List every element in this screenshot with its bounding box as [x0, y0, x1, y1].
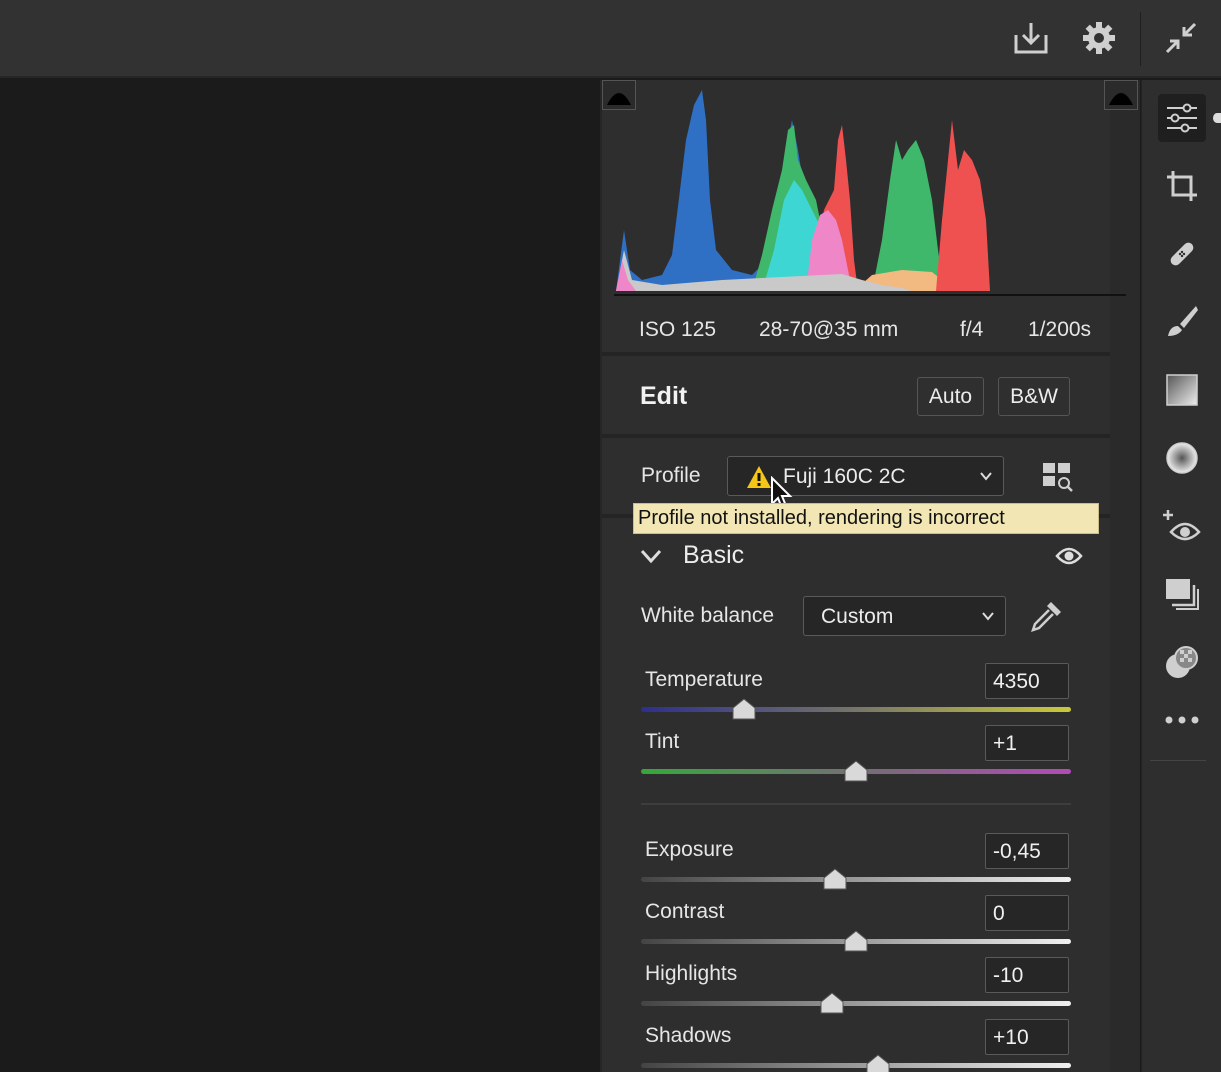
- crop-icon[interactable]: [1158, 162, 1206, 210]
- bw-button[interactable]: B&W: [998, 377, 1070, 416]
- highlight-clipping-toggle[interactable]: [1104, 80, 1138, 110]
- chevron-down-icon: [980, 472, 992, 481]
- temperature-track[interactable]: [641, 707, 1071, 712]
- histogram: [614, 90, 1126, 296]
- exif-lens: 28-70@35 mm: [759, 318, 899, 341]
- settings-gear-icon[interactable]: [1077, 16, 1121, 60]
- visibility-eye-icon[interactable]: [1055, 545, 1083, 567]
- toolbar-divider: [1140, 12, 1141, 66]
- slider-group-divider: [641, 803, 1071, 805]
- chevron-down-icon: [982, 612, 994, 621]
- snapshots-icon[interactable]: [1158, 570, 1206, 618]
- highlights-track[interactable]: [641, 1001, 1071, 1006]
- image-canvas[interactable]: [0, 80, 600, 1072]
- contrast-slider-thumb[interactable]: [843, 930, 869, 952]
- tint-slider-thumb[interactable]: [843, 760, 869, 782]
- red-eye-icon[interactable]: [1158, 502, 1206, 550]
- chevron-down-icon[interactable]: [640, 547, 662, 565]
- profile-warning-tooltip: Profile not installed, rendering is inco…: [633, 503, 1099, 534]
- save-download-icon[interactable]: [1009, 16, 1053, 60]
- temperature-slider-thumb[interactable]: [731, 698, 757, 720]
- tint-value-field[interactable]: +1: [985, 725, 1069, 761]
- exposure-track[interactable]: [641, 877, 1071, 882]
- white-balance-dropdown[interactable]: Custom: [803, 596, 1006, 636]
- temperature-value-field[interactable]: 4350: [985, 663, 1069, 699]
- profile-label: Profile: [641, 464, 701, 487]
- exif-aperture: f/4: [960, 318, 984, 341]
- shadows-track[interactable]: [641, 1063, 1071, 1068]
- tool-strip-divider: [1150, 760, 1206, 761]
- more-icon[interactable]: [1158, 696, 1206, 744]
- highlights-value-field[interactable]: -10: [985, 957, 1069, 993]
- exif-iso: ISO 125: [639, 318, 717, 341]
- highlights-slider-thumb[interactable]: [819, 992, 845, 1014]
- exposure-slider-thumb[interactable]: [822, 868, 848, 890]
- section-divider: [602, 434, 1110, 438]
- white-balance-label: White balance: [641, 604, 775, 627]
- tint-label: Tint: [645, 730, 680, 753]
- presets-icon[interactable]: [1158, 638, 1206, 686]
- basic-section-title[interactable]: Basic: [683, 541, 744, 570]
- linear-gradient-icon[interactable]: [1158, 366, 1206, 414]
- section-divider: [602, 352, 1110, 356]
- collapse-icon[interactable]: [1159, 16, 1203, 60]
- exif-info: ISO 125 28-70@35 mm f/4 1/200s: [602, 306, 1138, 354]
- exposure-label: Exposure: [645, 838, 734, 861]
- profile-browser-icon[interactable]: [1041, 461, 1075, 493]
- shadow-clipping-toggle[interactable]: [602, 80, 636, 110]
- contrast-value-field[interactable]: 0: [985, 895, 1069, 931]
- temperature-label: Temperature: [645, 668, 763, 691]
- white-balance-value: Custom: [821, 605, 894, 628]
- contrast-label: Contrast: [645, 900, 725, 923]
- exif-shutter: 1/200s: [1028, 318, 1092, 341]
- healing-bandage-icon[interactable]: [1158, 230, 1206, 278]
- active-tool-indicator: [1213, 113, 1221, 123]
- shadows-value-field[interactable]: +10: [985, 1019, 1069, 1055]
- shadows-label: Shadows: [645, 1024, 732, 1047]
- highlights-label: Highlights: [645, 962, 738, 985]
- edit-sliders-icon[interactable]: [1158, 94, 1206, 142]
- edit-title: Edit: [640, 382, 688, 410]
- warning-icon: [747, 466, 771, 488]
- shadows-slider-thumb[interactable]: [865, 1054, 891, 1072]
- tool-strip: [1141, 80, 1221, 1072]
- brush-icon[interactable]: [1158, 298, 1206, 346]
- auto-button[interactable]: Auto: [917, 377, 984, 416]
- profile-value: Fuji 160C 2C: [783, 465, 906, 488]
- eyedropper-icon[interactable]: [1029, 598, 1065, 634]
- radial-gradient-icon[interactable]: [1158, 434, 1206, 482]
- top-bar: [0, 0, 1221, 78]
- profile-dropdown[interactable]: Fuji 160C 2C: [727, 456, 1004, 496]
- exposure-value-field[interactable]: -0,45: [985, 833, 1069, 869]
